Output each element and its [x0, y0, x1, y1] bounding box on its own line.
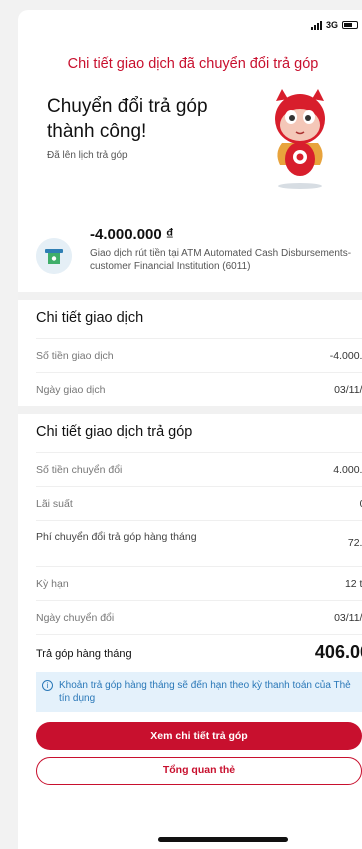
total-value: 406.000 — [314, 642, 362, 662]
atm-icon — [36, 238, 72, 274]
section-title: Chi tiết giao dịch trả góp — [36, 424, 193, 440]
row-label: Phí chuyển đổi trả góp hàng tháng — [36, 531, 197, 543]
view-installment-button[interactable]: Xem chi tiết trả góp — [36, 722, 362, 750]
transaction-description: Giao dịch rút tiền tại ATM Automated Cas… — [90, 248, 352, 272]
status-bar: 3G — [18, 10, 362, 44]
success-hero: Chuyển đổi trả góp thành công! Đã lên lị… — [18, 89, 362, 212]
info-note-text: Khoản trả góp hàng tháng sẽ đến hạn theo… — [59, 680, 351, 704]
mascot-illustration — [275, 89, 325, 189]
transaction-summary: -4.000.000 ₫ Giao dịch rút tiền tại ATM … — [18, 212, 362, 292]
page-title: Chi tiết giao dịch đã chuyển đổi trả góp — [67, 56, 319, 72]
detail-row: Kỳ hạn 12 thán — [36, 566, 362, 600]
info-note: i Khoản trả góp hàng tháng sẽ đến hạn th… — [36, 672, 362, 712]
row-value: -4.000.000 — [329, 350, 362, 362]
info-icon: i — [42, 680, 53, 691]
row-value: 4.000.000 — [333, 464, 362, 476]
home-indicator — [158, 837, 288, 842]
row-value: 12 thán — [344, 578, 362, 590]
detail-row: Lãi suất 0.00 — [36, 486, 362, 520]
success-title: Chuyển đổi trả góp thành công! — [47, 96, 208, 142]
row-label: Ngày chuyển đổi — [36, 612, 115, 624]
row-value: 03/11/202 — [334, 384, 362, 396]
row-label: Lãi suất — [36, 498, 73, 510]
signal-icon — [310, 20, 322, 30]
row-value: 72.000 — [347, 537, 362, 549]
detail-row: Số tiền chuyển đổi 4.000.000 — [36, 452, 362, 486]
section-divider — [18, 292, 362, 300]
detail-row: Phí chuyển đổi trả góp hàng tháng 72.000 — [36, 520, 362, 566]
detail-row: Ngày chuyển đổi 03/11/202 — [36, 600, 362, 634]
app-screen: 3G Chi tiết giao dịch đã chuyển đổi trả … — [18, 10, 362, 849]
detail-row: Ngày giao dịch 03/11/202 — [36, 372, 362, 406]
row-value: 03/11/202 — [334, 612, 362, 624]
detail-row: Số tiền giao dịch -4.000.000 — [36, 338, 362, 372]
row-value: 0.00 — [282, 498, 362, 510]
transaction-details-section: Chi tiết giao dịch Số tiền giao dịch -4.… — [18, 300, 362, 406]
network-label: 3G — [325, 20, 338, 30]
row-label: Ngày giao dịch — [36, 384, 106, 396]
section-divider — [18, 406, 362, 414]
success-subtitle: Đã lên lịch trả góp — [47, 150, 128, 161]
section-title: Chi tiết giao dịch — [36, 310, 144, 326]
card-overview-button[interactable]: Tổng quan thẻ — [36, 757, 362, 785]
installment-details-section: Chi tiết giao dịch trả góp Số tiền chuyể… — [18, 414, 362, 672]
row-label: Số tiền chuyển đổi — [36, 464, 123, 476]
monthly-total-row: Trả góp hàng tháng 406.000 — [36, 634, 362, 672]
battery-icon — [342, 21, 358, 29]
total-label: Trả góp hàng tháng — [36, 648, 132, 660]
transaction-amount: -4.000.000 ₫ — [90, 226, 174, 243]
row-label: Số tiền giao dịch — [36, 350, 114, 362]
row-label: Kỳ hạn — [36, 578, 69, 590]
